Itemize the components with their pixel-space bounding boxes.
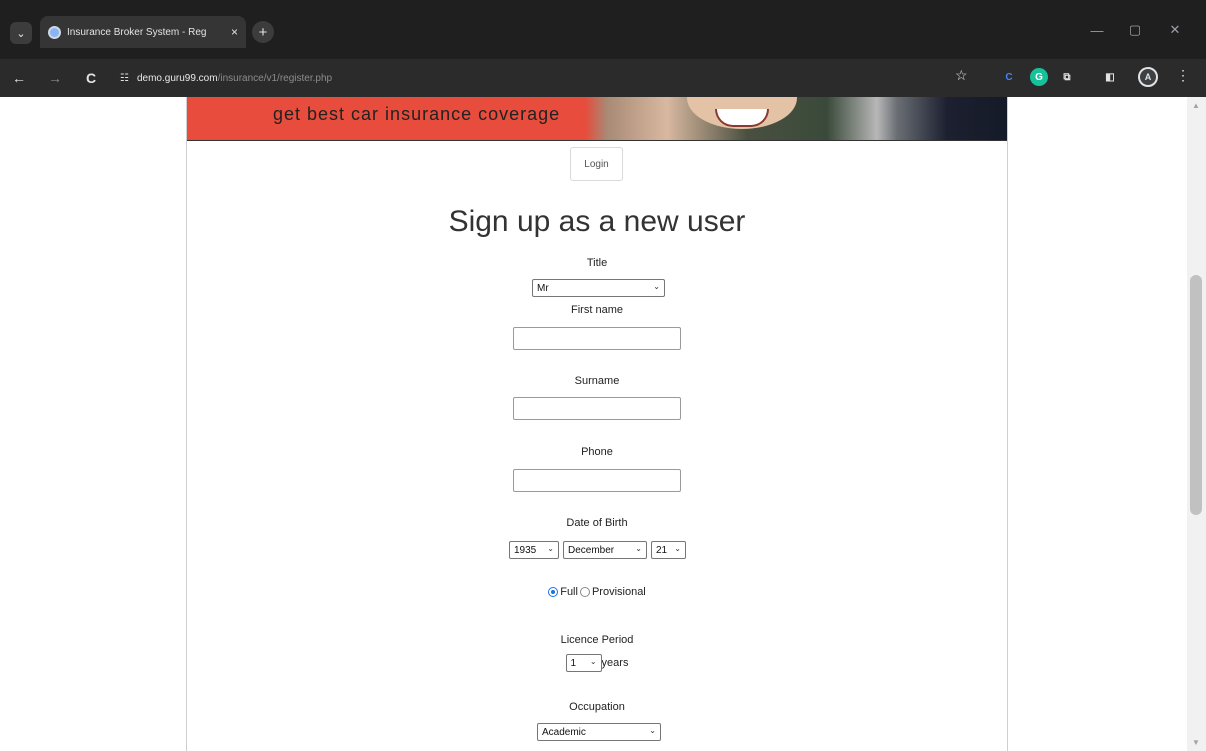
promo-banner: get best car insurance coverage bbox=[187, 97, 1007, 141]
tab-search-icon[interactable]: ⌄ bbox=[10, 22, 32, 44]
dob-day-select[interactable]: 21 ⌄ bbox=[651, 541, 686, 559]
page-scrollbar[interactable]: ▲ ▼ bbox=[1187, 97, 1206, 751]
scroll-up-icon[interactable]: ▲ bbox=[1192, 101, 1200, 110]
browser-toolbar: ← → C ☷ demo.guru99.com /insurance/v1/re… bbox=[0, 59, 1206, 97]
licence-period-value: 1 bbox=[570, 657, 577, 669]
title-select-value: Mr bbox=[537, 282, 549, 294]
chevron-down-icon: ⌄ bbox=[635, 544, 642, 553]
licence-provisional-label: Provisional bbox=[591, 586, 646, 598]
url-path: /insurance/v1/register.php bbox=[217, 72, 333, 84]
dob-year-value: 1935 bbox=[514, 544, 537, 556]
close-window-icon[interactable]: ✕ bbox=[1158, 16, 1192, 44]
licence-type-group: Full Provisional bbox=[187, 586, 1007, 598]
address-bar[interactable]: ☷ demo.guru99.com /insurance/v1/register… bbox=[112, 65, 996, 91]
reload-icon[interactable]: C bbox=[80, 67, 102, 89]
surname-label: Surname bbox=[574, 375, 620, 387]
dob-month-value: December bbox=[568, 544, 615, 556]
chevron-down-icon: ⌄ bbox=[649, 726, 656, 735]
chevron-down-icon: ⌄ bbox=[589, 657, 597, 666]
occupation-select[interactable]: Academic ⌄ bbox=[537, 723, 661, 741]
chevron-down-icon: ⌄ bbox=[653, 282, 660, 291]
bookmark-star-icon[interactable]: ☆ bbox=[955, 67, 968, 84]
title-select[interactable]: Mr ⌄ bbox=[532, 279, 665, 297]
tab-title: Insurance Broker System - Reg bbox=[67, 26, 207, 38]
maximize-icon[interactable]: ▢ bbox=[1118, 16, 1152, 44]
url-host: demo.guru99.com bbox=[136, 72, 218, 84]
first-name-field[interactable] bbox=[513, 327, 681, 350]
dob-year-select[interactable]: 1935 ⌄ bbox=[509, 541, 559, 559]
new-tab-button[interactable]: + bbox=[252, 21, 274, 43]
title-label: Title bbox=[586, 257, 608, 269]
grammarly-extension-icon[interactable]: G bbox=[1030, 68, 1048, 86]
browser-tab[interactable]: Insurance Broker System - Reg × bbox=[40, 16, 246, 48]
phone-field[interactable] bbox=[513, 469, 681, 492]
scrollbar-thumb[interactable] bbox=[1190, 275, 1202, 515]
minimize-icon[interactable]: — bbox=[1080, 16, 1114, 44]
licence-period-select[interactable]: 1 ⌄ bbox=[565, 654, 602, 672]
dob-day-value: 21 bbox=[656, 544, 668, 556]
forward-icon[interactable]: → bbox=[44, 67, 66, 89]
extension-c-icon[interactable]: C bbox=[1000, 68, 1018, 86]
licence-period-unit: years bbox=[601, 657, 629, 669]
extensions-puzzle-icon[interactable]: ⧉ bbox=[1058, 68, 1076, 86]
licence-period-row: 1 ⌄ years bbox=[187, 654, 1007, 672]
page-viewport: get best car insurance coverage Login Si… bbox=[0, 97, 1187, 751]
dob-label: Date of Birth bbox=[566, 517, 628, 529]
chevron-down-icon: ⌄ bbox=[674, 544, 681, 553]
browser-tab-bar: ⌄ Insurance Broker System - Reg × + — ▢ … bbox=[0, 0, 1206, 59]
licence-provisional-radio[interactable] bbox=[579, 587, 590, 597]
banner-text: get best car insurance coverage bbox=[273, 104, 561, 124]
surname-field[interactable] bbox=[513, 397, 681, 420]
browser-menu-icon[interactable]: ⋮ bbox=[1176, 67, 1190, 84]
back-icon[interactable]: ← bbox=[8, 67, 30, 89]
occupation-value: Academic bbox=[542, 726, 586, 738]
licence-period-label: Licence Period bbox=[560, 634, 634, 646]
phone-label: Phone bbox=[581, 446, 613, 458]
tab-close-icon[interactable]: × bbox=[231, 25, 238, 39]
first-name-label: First name bbox=[571, 304, 623, 316]
page-title: Sign up as a new user bbox=[448, 205, 746, 238]
side-panel-icon[interactable]: ◧ bbox=[1101, 68, 1119, 86]
dob-month-select[interactable]: December ⌄ bbox=[563, 541, 647, 559]
chevron-down-icon: ⌄ bbox=[547, 544, 554, 553]
occupation-label: Occupation bbox=[569, 701, 625, 713]
profile-avatar[interactable]: A bbox=[1138, 67, 1158, 87]
licence-full-radio[interactable] bbox=[548, 587, 559, 597]
licence-full-label: Full bbox=[560, 586, 578, 598]
login-button[interactable]: Login bbox=[570, 147, 623, 181]
scroll-down-icon[interactable]: ▼ bbox=[1192, 738, 1200, 747]
page-container: get best car insurance coverage Login Si… bbox=[186, 97, 1008, 751]
site-info-icon[interactable]: ☷ bbox=[120, 73, 129, 84]
favicon-icon bbox=[48, 25, 61, 39]
